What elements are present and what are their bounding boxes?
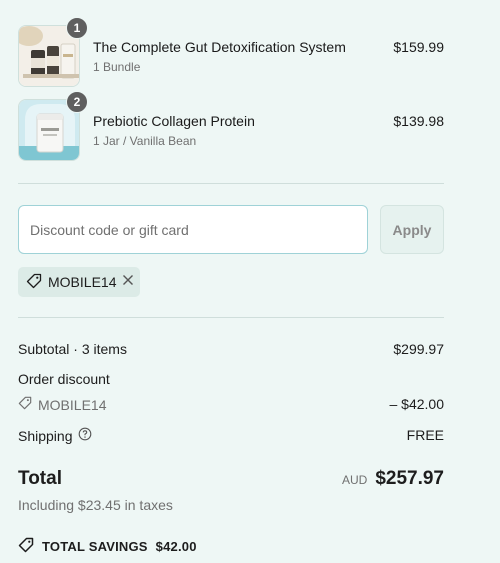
shipping-label: Shipping xyxy=(18,427,73,444)
product-price: $159.99 xyxy=(393,39,444,55)
total-value: $257.97 xyxy=(375,468,444,489)
apply-discount-button[interactable]: Apply xyxy=(380,205,444,254)
total-label: Total xyxy=(18,468,62,489)
subtotal-value: $299.97 xyxy=(393,341,444,357)
product-price: $139.98 xyxy=(393,113,444,129)
product-variant: 1 Jar / Vanilla Bean xyxy=(93,134,197,148)
total-row: Total AUD $257.97 xyxy=(18,468,444,490)
product-title: The Complete Gut Detoxification System xyxy=(93,39,346,55)
applied-discount-tag: MOBILE14 xyxy=(18,267,140,297)
divider xyxy=(18,317,444,318)
quantity-badge: 2 xyxy=(66,91,88,113)
total-savings-row: TOTAL SAVINGS $42.00 xyxy=(18,537,444,556)
tag-icon xyxy=(26,273,42,292)
product-variant: 1 Bundle xyxy=(93,60,141,74)
order-discount-label: Order discount xyxy=(18,371,110,387)
remove-discount-button[interactable] xyxy=(122,274,134,290)
discount-code-input[interactable] xyxy=(18,205,368,254)
quantity-badge: 1 xyxy=(66,17,88,39)
subtotal-label: Subtotal · 3 items xyxy=(18,341,127,357)
tax-note: Including $23.45 in taxes xyxy=(18,497,173,513)
divider xyxy=(18,183,444,184)
discount-code-row: MOBILE14 – $42.00 xyxy=(18,396,444,413)
line-item: 2 Prebiotic Collagen Protein 1 Jar / Van… xyxy=(18,91,444,161)
line-item: 1 The Complete Gut Detoxification System… xyxy=(18,17,444,87)
order-discount-row: Order discount xyxy=(18,371,444,387)
subtotal-row: Subtotal · 3 items $299.97 xyxy=(18,341,444,357)
close-icon xyxy=(123,275,134,285)
savings-label: TOTAL SAVINGS xyxy=(42,539,148,554)
savings-value: $42.00 xyxy=(155,539,197,554)
shipping-value: FREE xyxy=(406,427,444,443)
currency-code: AUD xyxy=(341,473,368,487)
shipping-row: Shipping FREE xyxy=(18,427,444,444)
discount-code-label: MOBILE14 xyxy=(38,396,107,413)
tag-icon xyxy=(18,537,34,556)
order-summary: 1 The Complete Gut Detoxification System… xyxy=(0,0,500,563)
discount-value: – $42.00 xyxy=(389,396,445,412)
product-title: Prebiotic Collagen Protein xyxy=(93,113,255,129)
applied-code-label: MOBILE14 xyxy=(48,274,117,290)
tag-icon xyxy=(18,396,32,413)
help-circle-icon[interactable] xyxy=(78,427,92,444)
